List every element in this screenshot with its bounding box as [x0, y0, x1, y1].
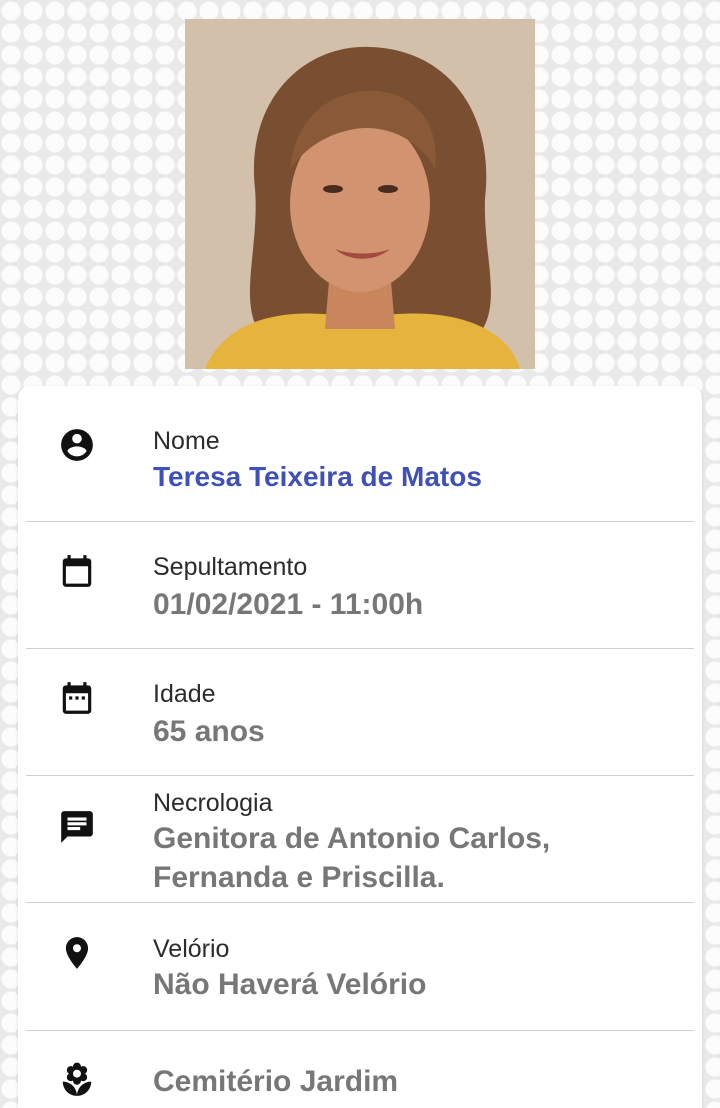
row-wake: Velório Não Haverá Velório [26, 903, 694, 1031]
message-icon [58, 808, 96, 846]
necrology-value-line-2: Fernanda e Priscilla. [153, 861, 445, 894]
row-necrology: Necrologia Genitora de Antonio Carlos, F… [26, 776, 694, 903]
name-label: Nome [153, 427, 220, 455]
flower-icon [58, 1061, 96, 1099]
deceased-photo [185, 19, 535, 369]
age-label: Idade [153, 680, 216, 708]
burial-value: 01/02/2021 - 11:00h [153, 588, 424, 621]
row-burial: Sepultamento 01/02/2021 - 11:00h [26, 522, 694, 649]
row-age: Idade 65 anos [26, 649, 694, 776]
wake-value: Não Haverá Velório [153, 968, 427, 1001]
portrait-photo [185, 19, 535, 369]
calendar-dots-icon [58, 679, 96, 717]
map-pin-icon [58, 934, 96, 972]
obituary-card: Nome Teresa Teixeira de Matos Sepultamen… [18, 386, 702, 1108]
cemetery-value: Cemitério Jardim [153, 1065, 399, 1098]
name-value: Teresa Teixeira de Matos [153, 461, 482, 492]
wake-label: Velório [153, 935, 230, 963]
row-name: Nome Teresa Teixeira de Matos [26, 386, 694, 522]
necrology-label: Necrologia [153, 789, 273, 817]
age-value: 65 anos [153, 715, 265, 748]
row-cemetery: Cemitério Jardim [26, 1031, 694, 1108]
necrology-value-line-1: Genitora de Antonio Carlos, [153, 822, 551, 855]
account-circle-icon [58, 426, 96, 464]
burial-label: Sepultamento [153, 553, 308, 581]
calendar-icon [58, 552, 96, 590]
